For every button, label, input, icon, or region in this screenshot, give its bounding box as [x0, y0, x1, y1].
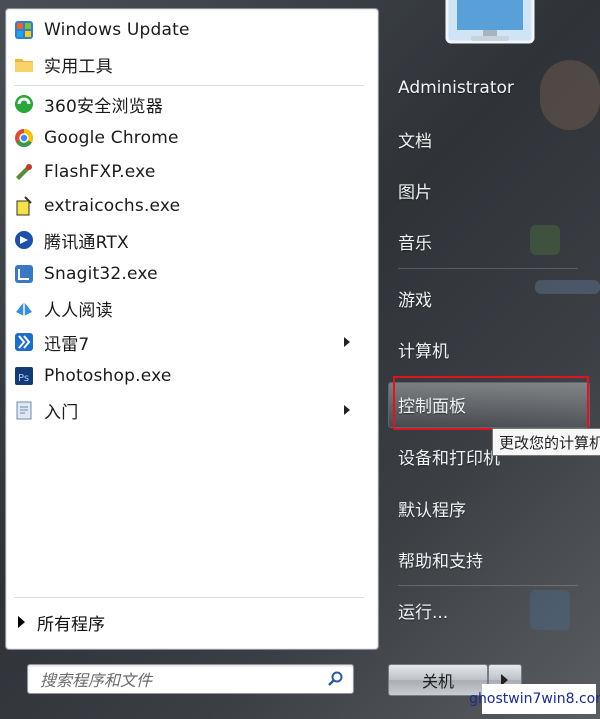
right-separator [398, 268, 578, 269]
program-item-renren-reader[interactable]: 人人阅读 [8, 292, 364, 324]
submenu-arrow-icon[interactable] [344, 405, 350, 415]
folder-icon [12, 52, 36, 76]
program-item-rtx[interactable]: 腾讯通RTX [8, 224, 364, 256]
program-item-360-browser[interactable]: 360安全浏览器 [8, 88, 364, 120]
program-item-flashfxp[interactable]: FlashFXP.exe [8, 156, 364, 188]
svg-text:Ps: Ps [18, 373, 29, 384]
renren-reader-icon [12, 296, 36, 320]
program-label: 迅雷7 [44, 334, 90, 355]
watermark: ghostwin7win8.com [469, 684, 600, 714]
program-item-extraicochs[interactable]: extraicochs.exe [8, 190, 364, 222]
360-browser-icon [12, 92, 36, 116]
all-programs-button[interactable]: 所有程序 [18, 608, 105, 636]
program-item-utilities[interactable]: 实用工具 [8, 48, 364, 80]
program-label: Google Chrome [44, 128, 179, 148]
program-item-windows-update[interactable]: Windows Update [8, 14, 364, 46]
program-label: Windows Update [44, 20, 190, 40]
menu-item-games[interactable]: 游戏 [390, 278, 590, 318]
program-item-xunlei[interactable]: 迅雷7 [8, 326, 364, 358]
program-item-getting-started[interactable]: 入门 [8, 394, 364, 426]
search-icon[interactable] [327, 670, 345, 692]
search-box[interactable] [27, 664, 354, 694]
expand-arrow-icon [18, 616, 25, 628]
program-item-google-chrome[interactable]: Google Chrome [8, 122, 364, 154]
menu-item-run[interactable]: 运行... [390, 590, 590, 630]
chrome-icon [12, 126, 36, 150]
all-programs-label: 所有程序 [37, 614, 105, 635]
photoshop-icon: Ps [12, 364, 36, 388]
windows-update-icon [12, 18, 36, 42]
menu-item-help-support[interactable]: 帮助和支持 [390, 539, 590, 579]
flashfxp-icon [12, 160, 36, 184]
rtx-icon [12, 228, 36, 252]
menu-item-computer[interactable]: 计算机 [390, 329, 590, 369]
program-label: 360安全浏览器 [44, 96, 164, 117]
program-label: 入门 [44, 402, 79, 423]
pinned-separator [14, 85, 364, 86]
program-item-photoshop[interactable]: Ps Photoshop.exe [8, 360, 364, 392]
search-input[interactable] [38, 668, 322, 692]
snagit-icon [12, 262, 36, 286]
extraicochs-icon [12, 194, 36, 218]
program-item-snagit[interactable]: Snagit32.exe [8, 258, 364, 290]
start-menu: Windows Update 实用工具 360安全浏览器 Google Chro… [0, 0, 600, 719]
annotation-red-box [393, 376, 589, 430]
submenu-arrow-icon[interactable] [344, 337, 350, 347]
program-label: 人人阅读 [44, 300, 113, 321]
getting-started-icon [12, 398, 36, 422]
program-label: 腾讯通RTX [44, 232, 129, 253]
program-label: Snagit32.exe [44, 264, 158, 284]
all-programs-separator [14, 597, 364, 598]
control-panel-tooltip: 更改您的计算机的设置 [492, 428, 600, 456]
program-label: 实用工具 [44, 56, 113, 77]
right-separator [398, 585, 578, 586]
program-label: FlashFXP.exe [44, 162, 156, 182]
menu-item-documents[interactable]: 文档 [390, 119, 590, 159]
menu-item-default-programs[interactable]: 默认程序 [390, 488, 590, 528]
menu-item-pictures[interactable]: 图片 [390, 170, 590, 210]
program-label: Photoshop.exe [44, 366, 172, 386]
menu-item-music[interactable]: 音乐 [390, 221, 590, 261]
program-label: extraicochs.exe [44, 196, 181, 216]
user-name-link[interactable]: Administrator [390, 68, 590, 108]
user-picture-icon[interactable] [441, 0, 541, 46]
xunlei-icon [12, 330, 36, 354]
